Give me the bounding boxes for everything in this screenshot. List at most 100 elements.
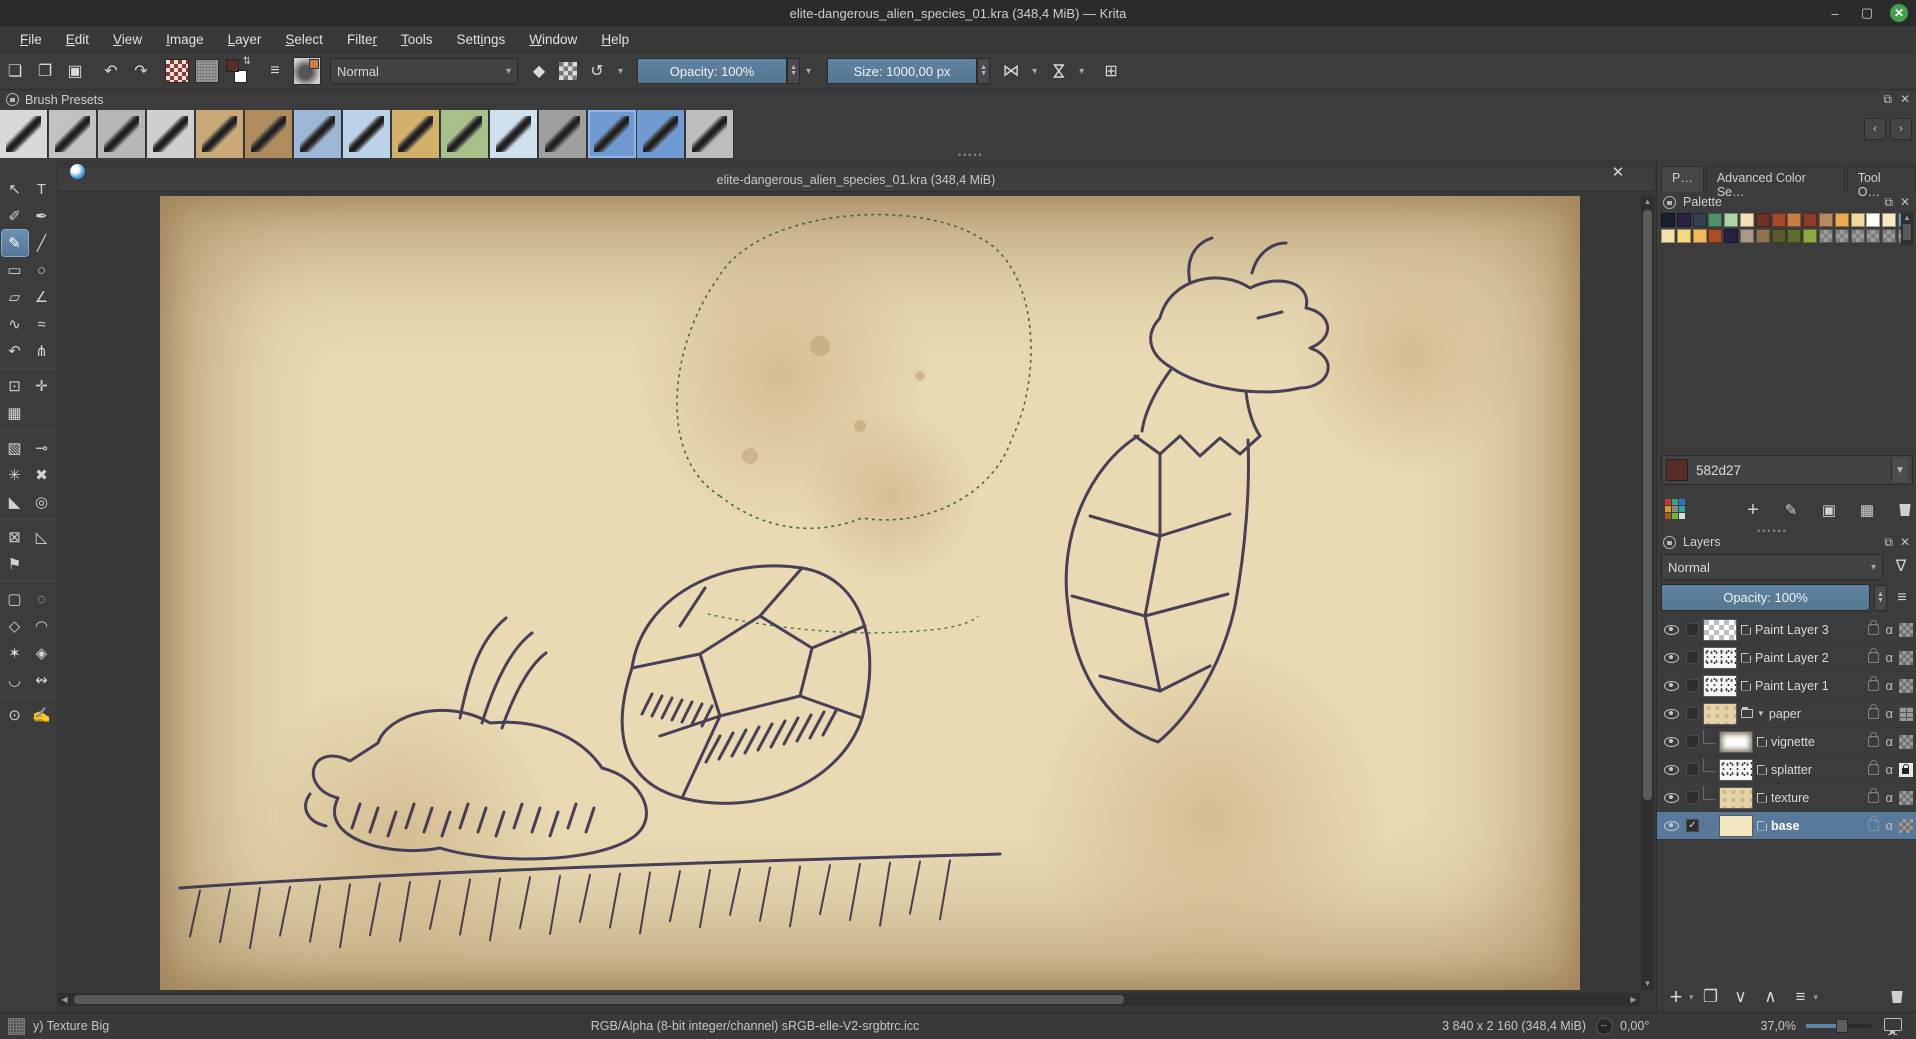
layer-thumbnail[interactable]	[1703, 647, 1737, 669]
brush-preset-thumbnail[interactable]	[0, 110, 48, 158]
layer-lock-icon[interactable]	[1868, 624, 1879, 635]
scroll-down-icon[interactable]: ▼	[1641, 978, 1654, 990]
delete-layer-icon[interactable]	[1884, 984, 1910, 1010]
chevron-down-icon[interactable]: ▾	[612, 66, 629, 77]
brush-preset-thumbnail[interactable]	[490, 110, 538, 158]
swap-colors-icon[interactable]: ⇅	[243, 56, 251, 67]
close-icon[interactable]: ✕	[1890, 4, 1908, 22]
layer-lock-icon[interactable]	[1868, 792, 1879, 803]
brush-preset-thumbnail[interactable]	[196, 110, 244, 158]
palette-swatch-empty[interactable]	[1819, 229, 1833, 243]
horizontal-scroll-thumb[interactable]	[74, 995, 1124, 1004]
blend-mode-dropdown[interactable]: Normal ▾	[330, 58, 518, 84]
palette-swatch[interactable]	[1661, 213, 1675, 227]
color-sampler-tool-icon[interactable]: ⊸	[29, 435, 55, 461]
palette-swatch[interactable]	[1740, 229, 1754, 243]
layer-checkbox[interactable]	[1686, 679, 1699, 692]
layer-thumbnail[interactable]	[1703, 619, 1737, 641]
pattern-chooser[interactable]	[195, 59, 219, 83]
layer-visible-icon[interactable]	[1664, 793, 1679, 803]
opacity-spinner[interactable]: ▲▼	[787, 58, 800, 84]
palette-swatch-empty[interactable]	[1851, 229, 1865, 243]
pan-tool-icon[interactable]: ✍	[29, 702, 55, 728]
brush-preset-thumbnail[interactable]	[98, 110, 146, 158]
palette-swatch[interactable]	[1819, 213, 1833, 227]
inherit-alpha-icon[interactable]	[1899, 651, 1913, 665]
palette-swatch[interactable]	[1772, 213, 1786, 227]
add-swatch-icon[interactable]: +	[1741, 498, 1765, 522]
menu-filter[interactable]: Filter	[335, 28, 389, 51]
palette-swatch[interactable]	[1708, 213, 1722, 227]
polygon-tool-icon[interactable]: ▱	[2, 284, 28, 310]
edit-palette-icon[interactable]: ✎	[1779, 498, 1803, 522]
alpha-lock-icon[interactable]: α	[1883, 818, 1895, 833]
filter-layers-icon[interactable]: ∇	[1889, 554, 1913, 578]
layer-menu-icon[interactable]: ≡	[1891, 589, 1913, 607]
freehand-path-tool-icon[interactable]: ≈	[29, 311, 55, 337]
rect-select-tool-icon[interactable]: ▢	[2, 586, 28, 612]
palette-swatch[interactable]	[1693, 213, 1707, 227]
palette-swatch[interactable]	[1661, 229, 1675, 243]
brush-preset-thumbnail[interactable]	[539, 110, 587, 158]
palette-swatch[interactable]	[1677, 229, 1691, 243]
float-dock-icon[interactable]: ⧉	[1883, 92, 1892, 107]
layer-lock-icon[interactable]	[1868, 708, 1879, 719]
brush-preset-thumbnail[interactable]	[686, 110, 734, 158]
menu-select[interactable]: Select	[273, 28, 335, 51]
close-dock-icon[interactable]: ✕	[1900, 535, 1910, 549]
move-layer-down-icon[interactable]: ∨	[1728, 984, 1754, 1010]
add-layer-icon[interactable]: +	[1663, 984, 1689, 1010]
close-dock-icon[interactable]: ✕	[1900, 195, 1910, 209]
layer-lock-icon[interactable]	[1868, 736, 1879, 747]
save-icon[interactable]: ▣	[62, 58, 88, 84]
chevron-down-icon[interactable]: ▾	[1073, 66, 1090, 77]
layer-row-vignette[interactable]: vignetteα	[1657, 728, 1916, 756]
brush-preset-thumbnail[interactable]	[294, 110, 342, 158]
layer-row-paint-layer-1[interactable]: Paint Layer 1α	[1657, 672, 1916, 700]
palette-swatch[interactable]	[1756, 229, 1770, 243]
zoom-slider[interactable]	[1806, 1024, 1872, 1028]
inherit-alpha-icon[interactable]	[1899, 819, 1913, 833]
canvas-horizontal-scrollbar[interactable]: ◀ ▶	[58, 993, 1640, 1006]
brush-preset-thumbnail[interactable]	[147, 110, 195, 158]
foreground-color-swatch[interactable]	[226, 59, 239, 72]
menu-layer[interactable]: Layer	[216, 28, 274, 51]
alpha-lock-icon[interactable]: α	[1883, 762, 1895, 777]
ellipse-select-tool-icon[interactable]: ◌	[29, 586, 55, 612]
redo-icon[interactable]: ↷	[128, 58, 154, 84]
mirror-vertical-icon[interactable]: ⋈	[998, 58, 1024, 84]
layer-checkbox[interactable]	[1686, 735, 1699, 748]
palette-swatch[interactable]	[1835, 213, 1849, 227]
layer-lock-icon[interactable]	[1868, 680, 1879, 691]
maximize-icon[interactable]: ▢	[1858, 4, 1876, 22]
move-tool-icon[interactable]: ✛	[29, 373, 55, 399]
float-dock-icon[interactable]: ⧉	[1884, 195, 1893, 210]
layer-blend-mode-dropdown[interactable]: Normal ▾	[1661, 554, 1883, 580]
open-document-icon[interactable]: ❐	[32, 58, 58, 84]
scroll-up-icon[interactable]: ▲	[1641, 196, 1654, 208]
layer-lock-icon[interactable]	[1868, 764, 1879, 775]
select-by-color-tool-icon[interactable]: ◈	[29, 640, 55, 666]
polyline-tool-icon[interactable]: ∠	[29, 284, 55, 310]
inherit-alpha-icon[interactable]	[1899, 763, 1913, 777]
current-brush-icon[interactable]	[8, 1018, 25, 1035]
palette-scroll-thumb[interactable]	[1903, 224, 1911, 240]
layer-checkbox[interactable]	[1686, 791, 1699, 804]
palette-swatch[interactable]	[1787, 213, 1801, 227]
palette-swatch[interactable]	[1803, 229, 1817, 243]
ellipse-tool-icon[interactable]: ○	[29, 257, 55, 283]
freehand-select-tool-icon[interactable]: ◠	[29, 613, 55, 639]
fg-bg-color-chooser[interactable]: ⇅	[225, 58, 251, 84]
inherit-alpha-icon[interactable]	[1899, 791, 1913, 805]
reload-preset-icon[interactable]: ↺	[584, 58, 610, 84]
layer-checkbox[interactable]	[1686, 763, 1699, 776]
layer-lock-icon[interactable]	[1868, 652, 1879, 663]
layer-row-paper[interactable]: ▼paperα	[1657, 700, 1916, 728]
scroll-up-icon[interactable]: ▲	[1901, 213, 1913, 223]
alpha-lock-icon[interactable]: α	[1883, 706, 1895, 721]
layer-thumbnail[interactable]	[1719, 731, 1753, 753]
delete-swatch-icon[interactable]	[1893, 498, 1916, 522]
layer-row-base[interactable]: ✓baseα	[1657, 812, 1916, 840]
palette-header[interactable]: Palette ⧉ ✕	[1657, 192, 1916, 212]
layer-thumbnail[interactable]	[1719, 787, 1753, 809]
